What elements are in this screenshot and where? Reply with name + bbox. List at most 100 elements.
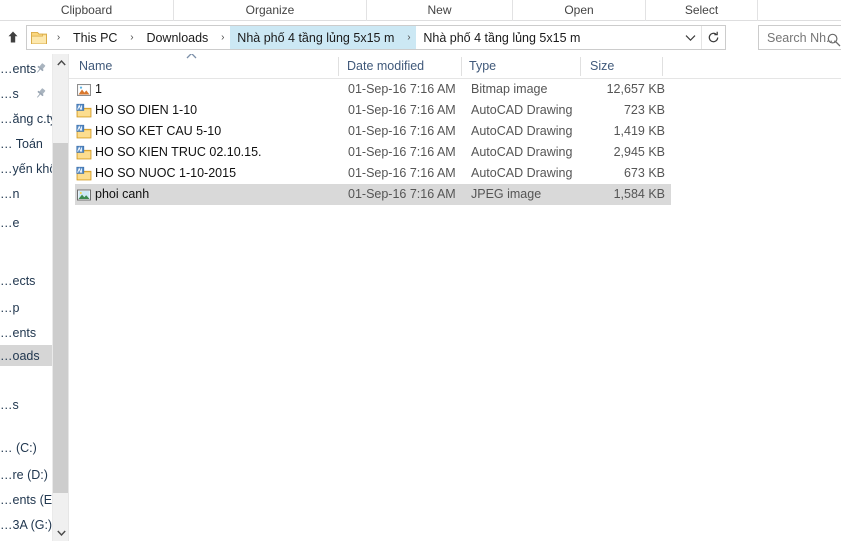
- breadcrumb: › This PC › Downloads › Nhà phố 4 tầng l…: [51, 26, 679, 49]
- pin-icon: [34, 62, 47, 75]
- nav-item-documents[interactable]: …ents: [0, 58, 52, 79]
- nav-item-pictures[interactable]: …s: [0, 83, 52, 104]
- nav-item-label: … (C:): [0, 440, 37, 455]
- ribbon-group-open[interactable]: Open: [513, 0, 645, 20]
- table-row[interactable]: 1 01-Sep-16 7:16 AM Bitmap image 12,657 …: [75, 79, 671, 100]
- navigation-pane-scrollbar[interactable]: [52, 54, 69, 541]
- file-name: phoi canh: [95, 187, 150, 201]
- column-header-type[interactable]: Type: [469, 54, 577, 78]
- nav-item-e[interactable]: …e: [0, 212, 52, 233]
- address-bar[interactable]: › This PC › Downloads › Nhà phố 4 tầng l…: [26, 25, 726, 50]
- chevron-down-icon[interactable]: [679, 26, 701, 49]
- ribbon-group-strip: Clipboard Organize New Open Select: [0, 0, 841, 21]
- nav-item-label: …oads: [0, 348, 40, 363]
- nav-item-label: …3A (G:): [0, 517, 52, 532]
- nav-item-drive-c[interactable]: … (C:): [0, 437, 52, 458]
- pin-icon: [34, 87, 47, 100]
- nav-item-label: …ăng c.ty: [0, 111, 52, 126]
- nav-item-yen-khoi[interactable]: …yến khối: [0, 158, 52, 179]
- file-type: Bitmap image: [471, 82, 548, 96]
- nav-item-documents-2[interactable]: …ents: [0, 322, 52, 343]
- file-type: AutoCAD Drawing: [471, 124, 573, 138]
- breadcrumb-item-this-pc[interactable]: This PC: [66, 26, 124, 49]
- breadcrumb-separator[interactable]: ›: [51, 26, 66, 49]
- ribbon-group-select[interactable]: Select: [646, 0, 757, 20]
- file-name: HO SO NUOC 1-10-2015: [95, 166, 237, 180]
- column-divider[interactable]: [580, 57, 581, 76]
- breadcrumb-item-downloads[interactable]: Downloads: [139, 26, 215, 49]
- nav-item-drive-g[interactable]: …3A (G:): [0, 514, 52, 535]
- file-type: AutoCAD Drawing: [471, 166, 573, 180]
- breadcrumb-separator[interactable]: ›: [401, 26, 417, 49]
- column-divider[interactable]: [662, 57, 663, 76]
- file-size: 1,419 KB: [613, 124, 665, 138]
- arrow-up-icon: [8, 31, 18, 43]
- breadcrumb-item-parent-folder[interactable]: Nhà phố 4 tầng lủng 5x15 m: [230, 26, 402, 49]
- ribbon-group-new[interactable]: New: [367, 0, 512, 20]
- ribbon-divider: [645, 0, 646, 21]
- file-date-modified: 01-Sep-16 7:16 AM: [348, 166, 456, 180]
- table-row[interactable]: HO SO KET CAU 5-10 01-Sep-16 7:16 AM Aut…: [75, 121, 671, 142]
- nav-item-label: …ects: [0, 273, 36, 288]
- table-row[interactable]: HO SO NUOC 1-10-2015 01-Sep-16 7:16 AM A…: [75, 163, 671, 184]
- table-row-selected[interactable]: phoi canh 01-Sep-16 7:16 AM JPEG image 1…: [75, 184, 671, 205]
- file-date-modified: 01-Sep-16 7:16 AM: [348, 124, 456, 138]
- file-size: 673 KB: [623, 166, 665, 180]
- search-icon: [826, 32, 841, 48]
- breadcrumb-separator[interactable]: ›: [215, 26, 230, 49]
- column-divider[interactable]: [461, 57, 462, 76]
- nav-item-drive-d[interactable]: …re (D:): [0, 464, 52, 485]
- ribbon-divider: [366, 0, 367, 21]
- file-type: JPEG image: [471, 187, 542, 201]
- column-header-row: Name Date modified Type Size: [69, 54, 841, 79]
- scrollbar-thumb[interactable]: [53, 143, 69, 493]
- ribbon-group-organize[interactable]: Organize: [174, 0, 366, 20]
- table-row[interactable]: HO SO DIEN 1-10 01-Sep-16 7:16 AM AutoCA…: [75, 100, 671, 121]
- column-divider[interactable]: [338, 57, 339, 76]
- file-list-pane: Name Date modified Type Size 1 01-Sep-16…: [69, 54, 841, 541]
- file-date-modified: 01-Sep-16 7:16 AM: [348, 82, 456, 96]
- nav-item-company-folder[interactable]: …ăng c.ty: [0, 108, 52, 129]
- ribbon-divider: [512, 0, 513, 21]
- file-name: HO SO DIEN 1-10: [95, 103, 198, 117]
- file-date-modified: 01-Sep-16 7:16 AM: [348, 103, 456, 117]
- nav-item-label: …ents: [0, 325, 37, 340]
- file-name: HO SO KET CAU 5-10: [95, 124, 222, 138]
- nav-item-pictures-2[interactable]: …s: [0, 394, 52, 415]
- nav-item-projects[interactable]: …ects: [0, 270, 52, 291]
- file-explorer-window: Clipboard Organize New Open Select › Thi…: [0, 0, 841, 541]
- search-input[interactable]: Search Nh...: [758, 25, 841, 50]
- nav-item-label: …ents (E:): [0, 492, 52, 507]
- nav-item-drive-e[interactable]: …ents (E:): [0, 489, 52, 510]
- file-rows: 1 01-Sep-16 7:16 AM Bitmap image 12,657 …: [69, 79, 841, 205]
- file-name: 1: [95, 82, 102, 96]
- caret-up-icon[interactable]: [53, 54, 69, 71]
- file-type: AutoCAD Drawing: [471, 145, 573, 159]
- navigation-pane: …ents …s …ăng c.ty … Toán …yến kh …n …e …: [0, 54, 52, 541]
- nav-item-desktop[interactable]: …p: [0, 297, 52, 318]
- ribbon-divider: [173, 0, 174, 21]
- nav-item-label: …s: [0, 397, 19, 412]
- autocad-drawing-icon: [76, 124, 92, 140]
- ribbon-divider: [757, 0, 758, 21]
- column-header-date-modified[interactable]: Date modified: [347, 54, 457, 78]
- nav-item-downloads[interactable]: …oads: [0, 345, 52, 366]
- caret-down-icon[interactable]: [53, 524, 69, 541]
- address-bar-row: › This PC › Downloads › Nhà phố 4 tầng l…: [0, 21, 841, 54]
- file-type: AutoCAD Drawing: [471, 103, 573, 117]
- nav-item-label: …e: [0, 215, 20, 230]
- file-date-modified: 01-Sep-16 7:16 AM: [348, 187, 456, 201]
- refresh-icon[interactable]: [701, 26, 725, 49]
- column-header-name[interactable]: Name: [79, 54, 334, 78]
- ribbon-group-clipboard[interactable]: Clipboard: [0, 0, 173, 20]
- autocad-drawing-icon: [76, 166, 92, 182]
- nav-item-toan[interactable]: … Toán: [0, 133, 52, 154]
- breadcrumb-separator[interactable]: ›: [124, 26, 139, 49]
- up-one-level-button[interactable]: [2, 26, 24, 48]
- file-size: 2,945 KB: [613, 145, 665, 159]
- nav-item-n[interactable]: …n: [0, 183, 52, 204]
- breadcrumb-item-current-folder[interactable]: Nhà phố 4 tầng lủng 5x15 m: [416, 26, 587, 49]
- column-header-size[interactable]: Size: [590, 54, 660, 78]
- table-row[interactable]: HO SO KIEN TRUC 02.10.15. 01-Sep-16 7:16…: [75, 142, 671, 163]
- nav-item-label: …ents: [0, 61, 37, 76]
